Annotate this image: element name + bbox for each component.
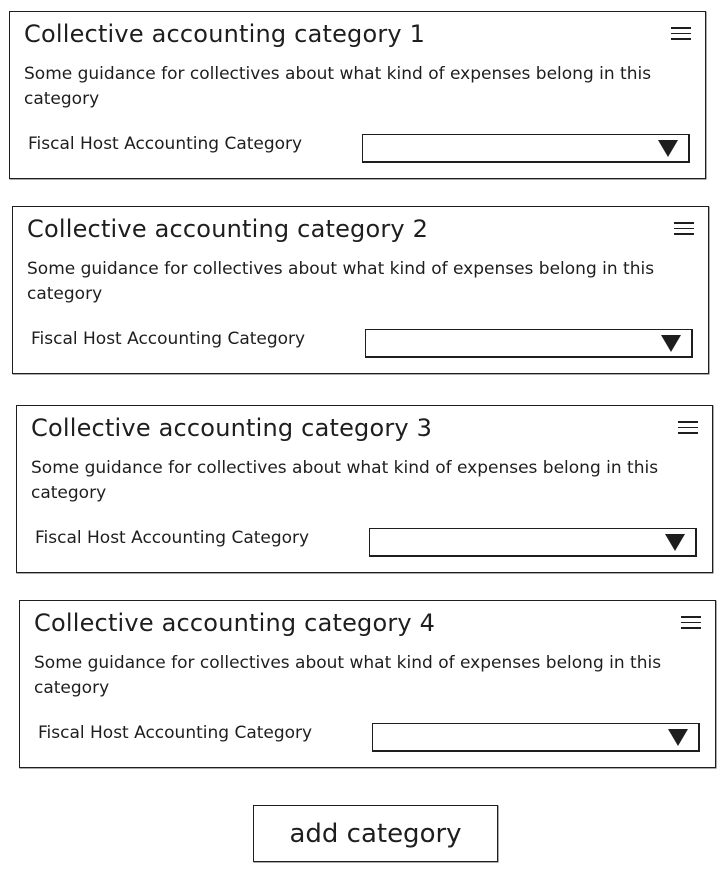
category-description: Some guidance for collectives about what…: [31, 458, 659, 503]
category-title: Collective accounting category 4: [34, 609, 436, 637]
triangle-down-icon: [658, 140, 678, 157]
fiscal-host-category-label: Fiscal Host Accounting Category: [28, 134, 303, 154]
fiscal-host-category-select[interactable]: [372, 723, 700, 752]
category-title: Collective accounting category 2: [27, 215, 429, 243]
fiscal-host-category-select[interactable]: [362, 134, 690, 163]
category-card: Collective accounting category 4 Some gu…: [19, 600, 716, 768]
category-description: Some guidance for collectives about what…: [24, 64, 652, 109]
hamburger-menu-icon[interactable]: [674, 219, 694, 239]
hamburger-menu-icon[interactable]: [678, 418, 698, 438]
triangle-down-icon: [661, 335, 681, 352]
fiscal-host-category-label: Fiscal Host Accounting Category: [35, 528, 310, 548]
category-card: Collective accounting category 1 Some gu…: [9, 11, 706, 179]
fiscal-host-category-label: Fiscal Host Accounting Category: [38, 723, 313, 743]
fiscal-host-category-label: Fiscal Host Accounting Category: [31, 329, 306, 349]
category-description: Some guidance for collectives about what…: [34, 653, 662, 698]
category-title: Collective accounting category 1: [24, 20, 426, 48]
add-category-button[interactable]: add category: [253, 805, 498, 862]
category-description: Some guidance for collectives about what…: [27, 259, 655, 304]
hamburger-menu-icon[interactable]: [671, 24, 691, 44]
hamburger-menu-icon[interactable]: [681, 613, 701, 633]
category-card: Collective accounting category 3 Some gu…: [16, 405, 713, 573]
category-title: Collective accounting category 3: [31, 414, 433, 442]
fiscal-host-category-select[interactable]: [369, 528, 697, 557]
triangle-down-icon: [665, 534, 685, 551]
triangle-down-icon: [668, 729, 688, 746]
category-card: Collective accounting category 2 Some gu…: [12, 206, 709, 374]
fiscal-host-category-select[interactable]: [365, 329, 693, 358]
